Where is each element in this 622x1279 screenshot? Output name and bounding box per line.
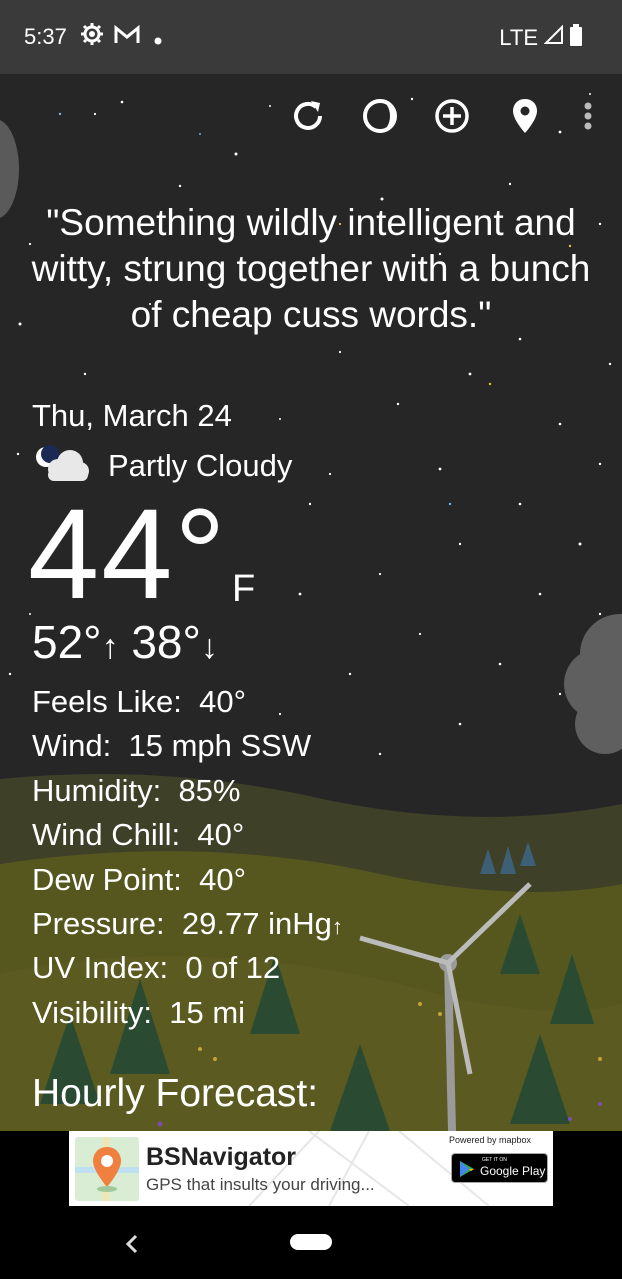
detail-uv-index: UV Index: 0 of 12 xyxy=(32,950,280,986)
status-right: LTE xyxy=(499,24,582,52)
play-badge-label: Google Play xyxy=(480,1164,546,1178)
weather-date: Thu, March 24 xyxy=(32,398,232,433)
signal-icon xyxy=(543,24,564,51)
detail-label: UV Index: xyxy=(32,950,169,985)
high-low-row: 52°↑ 38°↓ xyxy=(32,615,218,669)
detail-visibility: Visibility: 15 mi xyxy=(32,995,245,1031)
detail-label: Wind Chill: xyxy=(32,817,181,852)
pressure-trend-icon: ↑ xyxy=(331,914,343,939)
settings-gear-icon xyxy=(80,22,104,51)
theme-icon[interactable] xyxy=(360,96,400,136)
status-bar: 5:37 LTE xyxy=(0,0,622,74)
detail-value: 40° xyxy=(199,862,247,897)
ad-title: BSNavigator xyxy=(146,1143,297,1171)
condition-row: Partly Cloudy xyxy=(32,443,292,488)
network-label: LTE xyxy=(499,25,538,50)
detail-value: 29.77 inHg xyxy=(181,906,332,941)
ad-banner[interactable]: BSNavigator GPS that insults your drivin… xyxy=(69,1131,553,1206)
ad-subtitle: GPS that insults your driving... xyxy=(146,1175,375,1194)
detail-wind-chill: Wind Chill: 40° xyxy=(32,817,244,853)
temperature-unit: F xyxy=(232,568,256,610)
home-pill-button[interactable] xyxy=(290,1234,332,1250)
google-play-badge[interactable]: GET IT ON Google Play xyxy=(451,1153,548,1183)
detail-label: Visibility: xyxy=(32,995,153,1030)
detail-value: 40° xyxy=(199,684,247,719)
detail-dew-point: Dew Point: 40° xyxy=(32,862,246,898)
refresh-icon[interactable] xyxy=(288,96,328,136)
back-icon[interactable] xyxy=(124,1229,140,1261)
more-vert-icon[interactable] xyxy=(568,96,608,136)
high-temp: 52° xyxy=(32,616,102,668)
gmail-icon xyxy=(114,24,140,50)
detail-label: Wind: xyxy=(32,728,112,763)
detail-value: 0 of 12 xyxy=(185,950,281,985)
add-location-icon[interactable] xyxy=(432,96,472,136)
detail-value: 85% xyxy=(178,773,241,808)
condition-text: Partly Cloudy xyxy=(108,447,293,483)
ad-powered-by: Powered by mapbox xyxy=(449,1135,532,1145)
battery-icon xyxy=(570,24,582,52)
detail-wind: Wind: 15 mph SSW xyxy=(32,728,311,764)
partly-cloudy-night-icon xyxy=(32,443,90,488)
notification-dot-icon xyxy=(154,32,162,50)
status-time: 5:37 xyxy=(24,24,67,49)
low-arrow-icon: ↓ xyxy=(200,628,218,666)
high-arrow-icon: ↑ xyxy=(101,628,119,666)
detail-feels-like: Feels Like: 40° xyxy=(32,684,246,720)
detail-label: Pressure: xyxy=(32,906,165,941)
google-play-icon xyxy=(459,1160,475,1183)
low-temp: 38° xyxy=(131,616,201,668)
detail-label: Feels Like: xyxy=(32,684,182,719)
detail-pressure: Pressure: 29.77 inHg↑ xyxy=(32,906,343,945)
detail-value: 40° xyxy=(197,817,245,852)
detail-label: Dew Point: xyxy=(32,862,182,897)
detail-value: 15 mph SSW xyxy=(128,728,312,763)
detail-label: Humidity: xyxy=(32,773,162,808)
map-pin-app-icon xyxy=(75,1137,139,1206)
quote-text: "Something wildly intelligent and witty,… xyxy=(31,202,591,335)
system-nav-bar xyxy=(0,1213,622,1279)
current-temperature: 44° xyxy=(28,483,228,626)
detail-humidity: Humidity: 85% xyxy=(32,773,240,809)
location-pin-icon[interactable] xyxy=(505,96,545,136)
detail-value: 15 mi xyxy=(169,995,246,1030)
hourly-forecast-title: Hourly Forecast: xyxy=(32,1072,319,1115)
play-badge-small-text: GET IT ON xyxy=(482,1157,507,1163)
